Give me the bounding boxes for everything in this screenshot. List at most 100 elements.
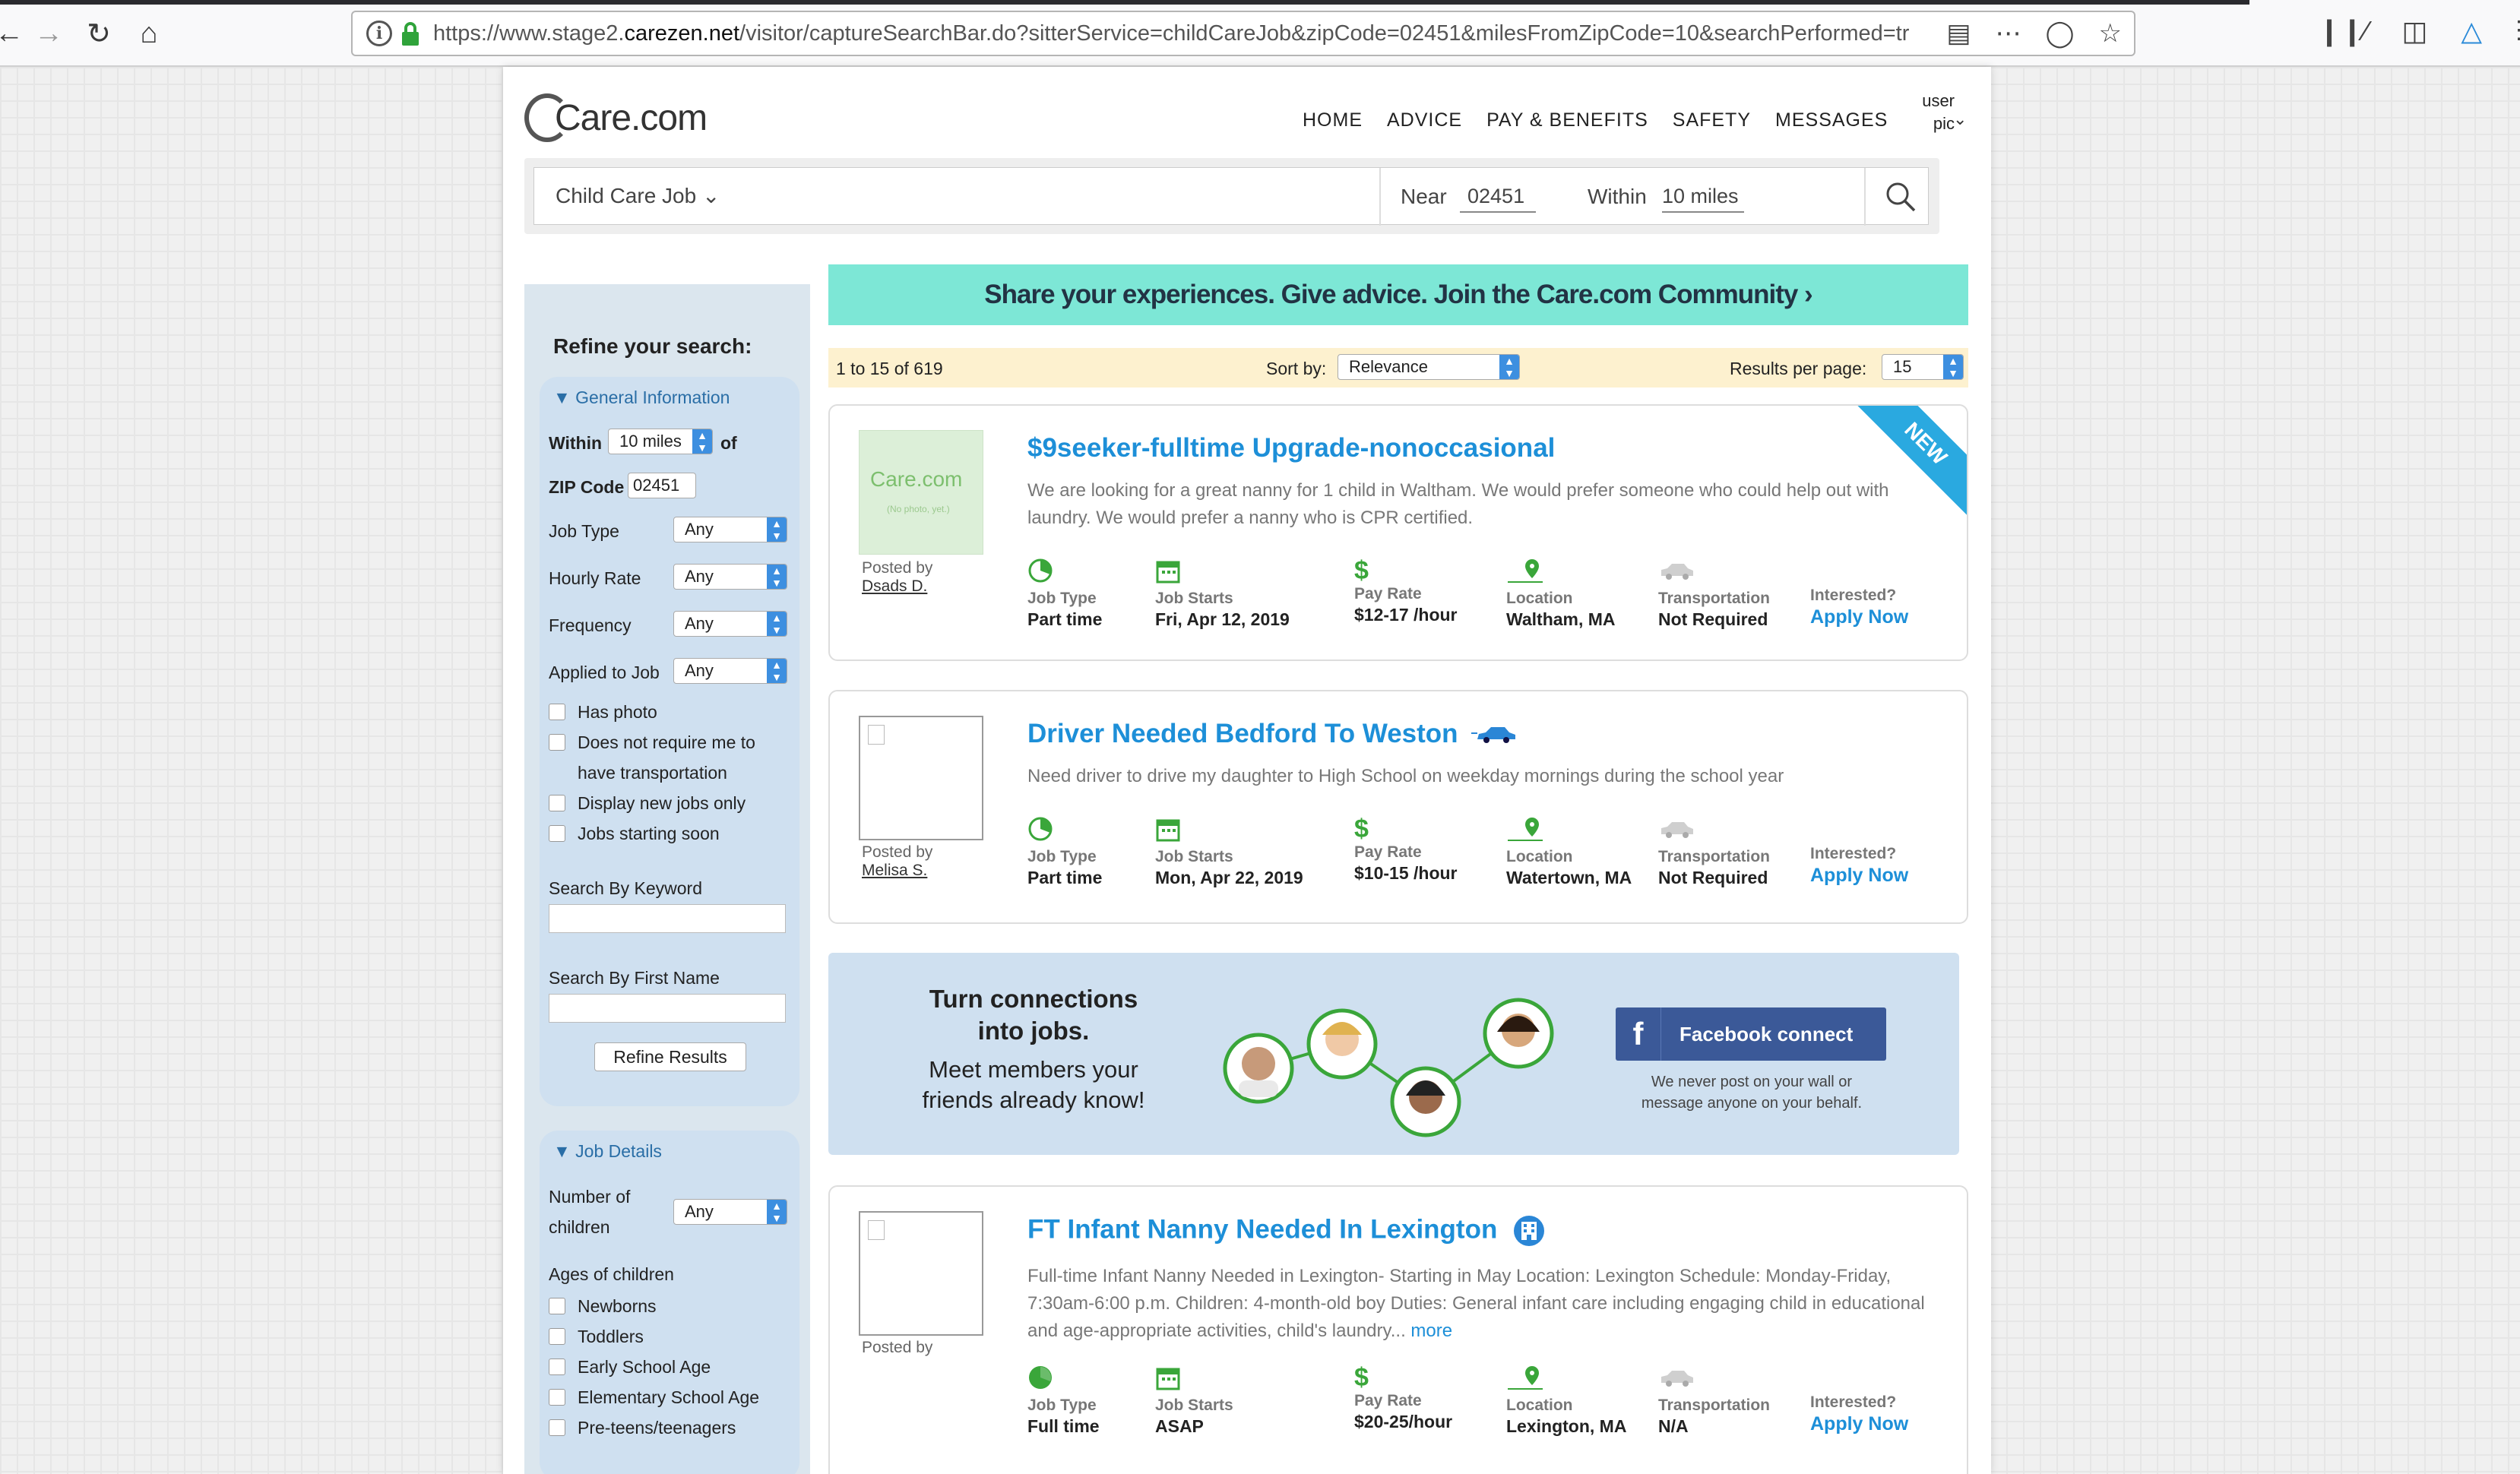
filter-job-type-label: Job Type xyxy=(549,521,619,541)
age-preteens-label: Pre-teens/teenagers xyxy=(578,1418,736,1438)
apply-now-link[interactable]: Apply Now xyxy=(1810,865,1908,887)
care-page: Care.com HOME ADVICE PAY & BENEFITS SAFE… xyxy=(503,67,1991,1474)
job-description: Need driver to drive my daughter to High… xyxy=(1027,766,1784,786)
car-icon xyxy=(1661,564,1693,580)
no-photo-note: (No photo, yet.) xyxy=(887,504,950,514)
filter-job-type-select[interactable]: Any ▲ ▼ xyxy=(673,517,787,542)
main-nav: HOME ADVICE PAY & BENEFITS SAFETY MESSAG… xyxy=(1303,109,1888,131)
back-icon[interactable]: ← xyxy=(0,15,27,52)
starting-soon-checkbox[interactable] xyxy=(549,825,565,842)
job-title-link[interactable]: $9seeker-fulltime Upgrade-nonoccasional xyxy=(1027,433,1555,463)
facebook-icon: f xyxy=(1616,1007,1661,1061)
poster-photo[interactable] xyxy=(859,716,983,840)
general-info-toggle[interactable]: ▼ General Information xyxy=(553,387,730,408)
no-transport-checkbox[interactable] xyxy=(549,734,565,751)
within-label: Within xyxy=(1588,185,1647,208)
keyword-label: Search By Keyword xyxy=(549,878,702,898)
job-title-link[interactable]: FT Infant Nanny Needed In Lexington xyxy=(1027,1214,1546,1248)
refine-results-button[interactable]: Refine Results xyxy=(594,1042,746,1071)
nav-advice[interactable]: ADVICE xyxy=(1387,109,1462,131)
has-photo-checkbox[interactable] xyxy=(549,704,565,720)
job-details-toggle[interactable]: ▼ Job Details xyxy=(553,1141,662,1162)
nav-safety[interactable]: SAFETY xyxy=(1673,109,1751,131)
facebook-note: We never post on your wall or message any… xyxy=(1641,1074,1863,1112)
age-early-school-checkbox[interactable] xyxy=(549,1359,565,1375)
bookmark-star-icon[interactable]: ☆ xyxy=(2099,18,2122,49)
forward-icon[interactable]: → xyxy=(30,15,67,52)
apply-now-link[interactable]: Apply Now xyxy=(1810,1413,1908,1435)
children-select[interactable]: Any ▲ ▼ xyxy=(673,1199,787,1225)
zip-input[interactable]: 02451 xyxy=(1460,185,1536,213)
extension-icon[interactable]: △ xyxy=(2461,15,2482,47)
filter-applied-select[interactable]: Any ▲ ▼ xyxy=(673,658,787,684)
facebook-connect-button[interactable]: f Facebook connect xyxy=(1616,1007,1886,1061)
page-actions-icon[interactable]: ⋯ xyxy=(1995,18,2021,49)
home-icon[interactable]: ⌂ xyxy=(131,15,167,52)
job-type-field: Job Type Part time xyxy=(1027,816,1102,888)
dollar-icon: $ xyxy=(1354,556,1369,585)
interested-field: Interested? Apply Now xyxy=(1810,587,1909,628)
nav-home[interactable]: HOME xyxy=(1303,109,1363,131)
refine-sidebar: Refine your search: ▼ General Informatio… xyxy=(524,284,810,1474)
info-icon[interactable]: i xyxy=(366,21,392,46)
posted-by-label: Posted by xyxy=(862,843,933,861)
chevron-updown-icon: ▲ ▼ xyxy=(692,429,712,454)
job-title-link[interactable]: Driver Needed Bedford To Weston xyxy=(1027,719,1520,749)
age-elementary-checkbox[interactable] xyxy=(549,1389,565,1406)
pocket-icon[interactable]: ◯ xyxy=(2045,18,2074,49)
filter-hourly-rate-select[interactable]: Any ▲ ▼ xyxy=(673,564,787,590)
transportation-field: Transportation Not Required xyxy=(1658,816,1770,888)
per-page-label: Results per page: xyxy=(1730,359,1867,378)
poster-name-link[interactable]: Melisa S. xyxy=(862,862,927,880)
reader-view-icon[interactable]: ▤ xyxy=(1946,18,1971,49)
no-transport-label: Does not require me to xyxy=(578,732,755,752)
car-icon xyxy=(1661,1371,1693,1387)
general-info-panel: ▼ General Information Within 10 miles ▲ ▼ … xyxy=(540,377,799,1106)
user-avatar[interactable]: user pic xyxy=(1901,90,1955,135)
new-jobs-label: Display new jobs only xyxy=(578,793,746,813)
more-link[interactable]: more xyxy=(1410,1321,1452,1341)
age-newborns-checkbox[interactable] xyxy=(549,1298,565,1314)
library-icon[interactable]: ❙❙⁄ xyxy=(2318,15,2368,47)
map-pin-icon xyxy=(1508,1366,1543,1390)
job-card[interactable]: Posted by FT Infant Nanny Needed In Lexi… xyxy=(828,1185,1968,1474)
poster-name-link[interactable]: Dsads D. xyxy=(862,577,927,596)
keyword-input[interactable] xyxy=(549,904,786,933)
browser-toolbar: ← → ↻ ⌂ i https://www.stage2.carezen.net… xyxy=(0,0,2520,67)
pay-rate-field: $ Pay Rate $12-17 /hour xyxy=(1354,556,1458,625)
sidebar-icon[interactable]: ◫ xyxy=(2401,15,2427,47)
posted-by-label: Posted by xyxy=(862,559,933,577)
poster-photo[interactable]: Care.com (No photo, yet.) xyxy=(859,430,983,555)
firstname-input[interactable] xyxy=(549,994,786,1023)
per-page-select[interactable]: 15 ▲ ▼ xyxy=(1882,354,1964,380)
chevron-down-icon[interactable]: ⌄ xyxy=(1953,109,1967,129)
filter-hourly-rate-label: Hourly Rate xyxy=(549,568,641,588)
reload-icon[interactable]: ↻ xyxy=(81,15,117,52)
age-preteens-checkbox[interactable] xyxy=(549,1419,565,1436)
nav-messages[interactable]: MESSAGES xyxy=(1775,109,1888,131)
within-select[interactable]: 10 miles ▲ ▼ xyxy=(608,429,713,454)
apply-now-link[interactable]: Apply Now xyxy=(1810,606,1908,628)
nav-pay-benefits[interactable]: PAY & BENEFITS xyxy=(1486,109,1648,131)
menu-icon[interactable]: ☰ xyxy=(2515,15,2520,47)
sort-select[interactable]: Relevance ▲ ▼ xyxy=(1338,354,1520,380)
care-logo[interactable]: Care.com xyxy=(524,91,708,144)
search-icon[interactable] xyxy=(1885,182,1916,212)
url-bar[interactable]: i https://www.stage2.carezen.net/visitor… xyxy=(351,11,2135,56)
filter-applied-label: Applied to Job xyxy=(549,663,660,682)
building-icon xyxy=(1514,1216,1545,1246)
new-jobs-checkbox[interactable] xyxy=(549,795,565,811)
sort-label: Sort by: xyxy=(1266,359,1327,378)
job-card[interactable]: Posted by Melisa S. Driver Needed Bedfor… xyxy=(828,690,1968,924)
poster-photo[interactable] xyxy=(859,1211,983,1336)
results-count: 1 to 15 of 619 xyxy=(836,359,943,378)
posted-by-label: Posted by xyxy=(862,1339,933,1356)
age-toddlers-checkbox[interactable] xyxy=(549,1328,565,1345)
zip-field[interactable]: 02451 xyxy=(628,473,696,498)
job-card[interactable]: NEW Care.com (No photo, yet.) Posted by … xyxy=(828,404,1968,661)
service-dropdown[interactable]: Child Care Job ⌄ xyxy=(556,183,720,208)
location-field: Location Lexington, MA xyxy=(1506,1365,1626,1437)
miles-input[interactable]: 10 miles xyxy=(1662,185,1744,213)
community-banner[interactable]: Share your experiences. Give advice. Joi… xyxy=(828,264,1968,325)
filter-frequency-select[interactable]: Any ▲ ▼ xyxy=(673,611,787,637)
